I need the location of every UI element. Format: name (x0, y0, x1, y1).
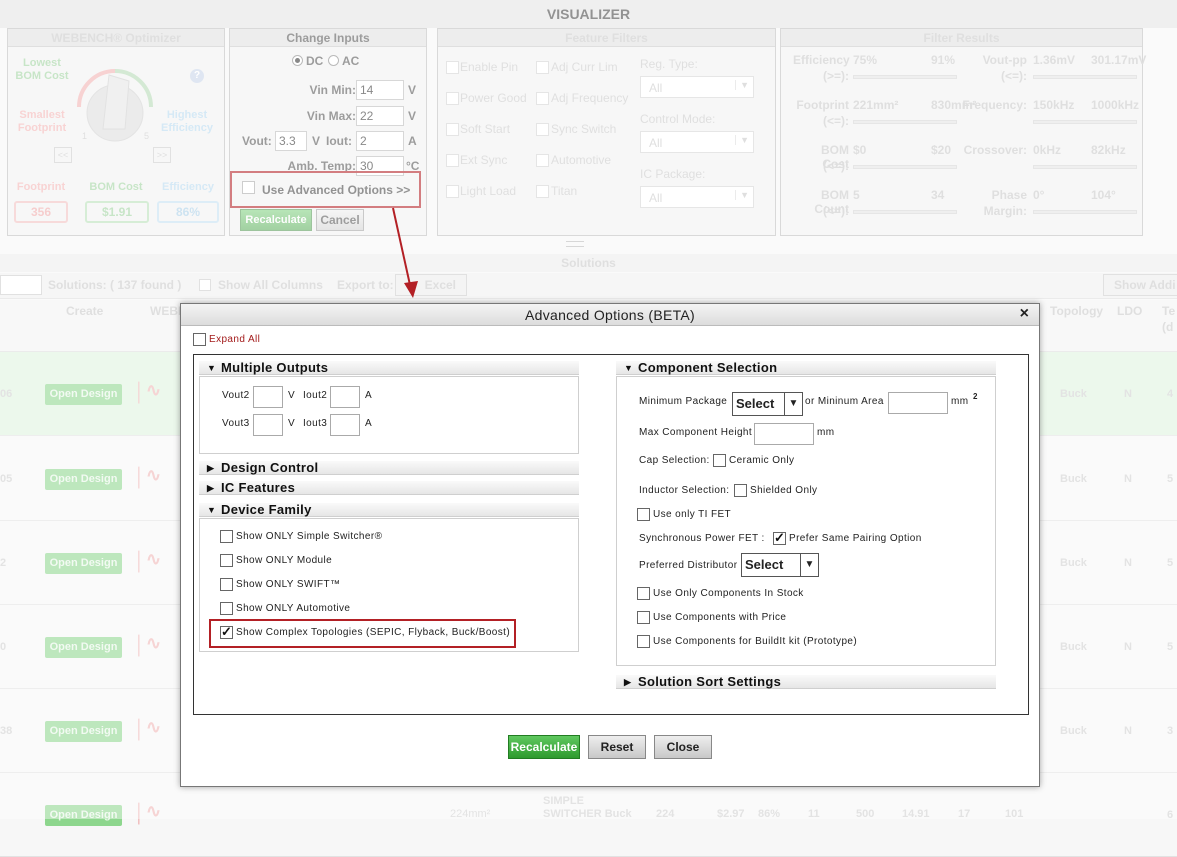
expanded-triangle-icon: ▼ (624, 363, 634, 373)
device-family-label: Show ONLY Automotive (236, 603, 351, 614)
iout3-label: Iout3 (303, 418, 328, 429)
max-height-input[interactable] (754, 423, 814, 445)
solution-sort-header[interactable]: ▶ Solution Sort Settings (616, 675, 996, 689)
or-min-area-label: or Mininum Area (805, 396, 884, 407)
min-area-input[interactable] (888, 392, 948, 414)
device-family-label: Show ONLY Module (236, 555, 333, 566)
max-height-label: Max Component Height (639, 427, 753, 438)
device-family-label: Show ONLY SWIFT™ (236, 579, 341, 590)
dialog-reset-button[interactable]: Reset (588, 735, 646, 759)
sync-power-fet-label: Synchronous Power FET : (639, 533, 765, 544)
iout3-input[interactable] (330, 414, 360, 436)
dropdown-arrow-icon: ▼ (784, 393, 802, 415)
device-family-header[interactable]: ▼ Device Family (199, 503, 579, 517)
min-area-unit: mm (951, 396, 969, 407)
iout2-label: Iout2 (303, 390, 328, 401)
device-family-checkbox[interactable] (220, 554, 233, 567)
iout3-unit: A (365, 418, 373, 429)
vout3-label: Vout3 (222, 418, 250, 429)
use-buildit-checkbox[interactable] (637, 635, 650, 648)
dropdown-arrow-icon: ▼ (800, 554, 818, 576)
shielded-only-checkbox[interactable] (734, 484, 747, 497)
advanced-options-dialog: Advanced Options (BETA) × Expand All ▼ Mu… (180, 303, 1040, 787)
min-area-unit-sup: 2 (973, 392, 978, 401)
use-only-ti-fet-label: Use only TI FET (653, 509, 732, 520)
max-height-unit: mm (817, 427, 835, 438)
vout2-label: Vout2 (222, 390, 250, 401)
ceramic-only-checkbox[interactable] (713, 454, 726, 467)
use-in-stock-checkbox[interactable] (637, 587, 650, 600)
annotation-arrow (392, 207, 418, 298)
device-family-label: Show ONLY Simple Switcher® (236, 531, 383, 542)
device-family-label: Show Complex Topologies (SEPIC, Flyback,… (236, 627, 511, 638)
preferred-distributor-select[interactable]: Select ▼ (741, 553, 819, 577)
dialog-title: Advanced Options (BETA) (181, 304, 1039, 326)
device-family-checkbox[interactable] (220, 602, 233, 615)
ceramic-only-label: Ceramic Only (729, 455, 795, 466)
collapsed-triangle-icon: ▶ (624, 677, 632, 687)
expand-all-label[interactable]: Expand All (209, 334, 260, 345)
use-with-price-checkbox[interactable] (637, 611, 650, 624)
device-family-checkbox[interactable] (220, 530, 233, 543)
ic-features-header[interactable]: ▶ IC Features (199, 481, 579, 495)
vout2-unit: V (288, 390, 296, 401)
preferred-distributor-label: Preferred Distributor (639, 560, 738, 571)
use-in-stock-label: Use Only Components In Stock (653, 588, 804, 599)
use-with-price-label: Use Components with Price (653, 612, 787, 623)
min-package-label: Minimum Package (639, 396, 728, 407)
prefer-same-pairing-label: Prefer Same Pairing Option (789, 533, 922, 544)
cap-selection-label: Cap Selection: (639, 455, 710, 466)
inductor-selection-label: Inductor Selection: (639, 485, 730, 496)
device-family-checkbox[interactable] (220, 624, 233, 640)
expanded-triangle-icon: ▼ (207, 505, 217, 515)
design-control-header[interactable]: ▶ Design Control (199, 461, 579, 475)
vout3-unit: V (288, 418, 296, 429)
shielded-only-label: Shielded Only (750, 485, 818, 496)
collapsed-triangle-icon: ▶ (207, 463, 215, 473)
collapsed-triangle-icon: ▶ (207, 483, 215, 493)
device-family-checkbox[interactable] (220, 578, 233, 591)
iout2-input[interactable] (330, 386, 360, 408)
prefer-same-pairing-checkbox[interactable] (773, 530, 786, 546)
component-selection-header[interactable]: ▼ Component Selection (616, 361, 996, 375)
iout2-unit: A (365, 390, 373, 401)
expand-all-checkbox[interactable] (193, 333, 206, 346)
use-only-ti-fet-checkbox[interactable] (637, 508, 650, 521)
close-icon[interactable]: × (1020, 305, 1029, 323)
dialog-close-button[interactable]: Close (654, 735, 712, 759)
expanded-triangle-icon: ▼ (207, 363, 217, 373)
vout3-input[interactable] (253, 414, 283, 436)
multiple-outputs-header[interactable]: ▼ Multiple Outputs (199, 361, 579, 375)
dialog-recalculate-button[interactable]: Recalculate (508, 735, 580, 759)
use-buildit-label: Use Components for BuildIt kit (Prototyp… (653, 636, 858, 647)
min-package-select[interactable]: Select ▼ (732, 392, 803, 416)
vout2-input[interactable] (253, 386, 283, 408)
